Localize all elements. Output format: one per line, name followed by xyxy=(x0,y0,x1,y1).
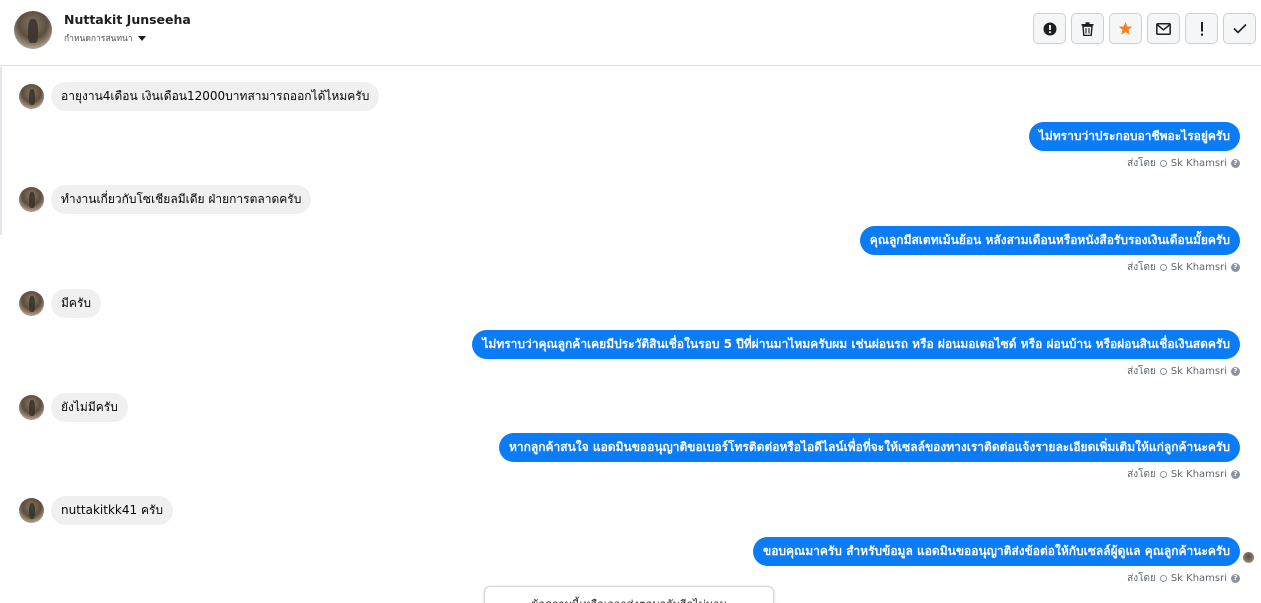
sender-name: Sk Khamsri xyxy=(1170,573,1227,584)
incoming-message[interactable]: nuttakitkk41 ครับ xyxy=(51,496,174,525)
message-row: ไม่ทราบว่าคุณลูกค้าเคยมีประวัติสินเชื่อใ… xyxy=(472,330,1240,379)
conversation-toolbar xyxy=(1033,13,1256,44)
outgoing-message[interactable]: ไม่ทราบว่าคุณลูกค้าเคยมีประวัติสินเชื่อใ… xyxy=(472,330,1240,359)
mark-important-button[interactable] xyxy=(1185,13,1218,44)
seen-indicator-avatar xyxy=(1243,552,1254,563)
message-row: คุณลูกมีสเตทเม้นย้อน หลังสามเดือนหรือหนั… xyxy=(859,226,1240,275)
sent-by-info: ส่งโดย Sk Khamsri ? xyxy=(1029,156,1240,171)
message-row: ขอบคุณมาครับ สำหรับข้อมูล แอดมินขออนุญาต… xyxy=(753,537,1240,586)
exclamation-icon xyxy=(1200,21,1203,36)
outgoing-message[interactable]: หากลูกค้าสนใจ แอดมินขออนุญาติขอเบอร์โทรต… xyxy=(498,433,1240,462)
contact-avatar[interactable] xyxy=(14,11,52,49)
incoming-message[interactable]: ยังไม่มีครับ xyxy=(51,393,128,422)
sent-by-label: ส่งโดย xyxy=(1127,469,1156,480)
check-icon xyxy=(1232,23,1247,34)
outgoing-message[interactable]: ขอบคุณมาครับ สำหรับข้อมูล แอดมินขออนุญาต… xyxy=(753,537,1240,566)
sender-avatar[interactable] xyxy=(19,395,44,420)
report-icon xyxy=(1043,22,1056,35)
message-row: มีครับ xyxy=(19,289,101,318)
help-icon[interactable]: ? xyxy=(1231,470,1240,479)
sent-by-label: ส่งโดย xyxy=(1127,366,1156,377)
contact-name[interactable]: Nuttakit Junseeha xyxy=(64,12,191,27)
sender-avatar[interactable] xyxy=(19,187,44,212)
reply-window-notice[interactable]: ข้อความนี้เหลือเวลาส่งตอบกลับอีกไม่นาน xyxy=(484,586,774,603)
message-row: ยังไม่มีครับ xyxy=(19,393,128,422)
sent-by-label: ส่งโดย xyxy=(1127,262,1156,273)
mail-icon xyxy=(1156,22,1171,35)
caret-down-icon xyxy=(137,35,146,41)
star-icon xyxy=(1118,21,1133,35)
conversation-header: Nuttakit Junseeha กำหนดการสนทนา xyxy=(0,0,1261,66)
status-ring-icon xyxy=(1159,471,1167,478)
status-ring-icon xyxy=(1159,368,1167,375)
sender-avatar[interactable] xyxy=(19,498,44,523)
incoming-message[interactable]: มีครับ xyxy=(51,289,101,318)
sent-by-info: ส่งโดย Sk Khamsri ? xyxy=(499,467,1240,482)
help-icon[interactable]: ? xyxy=(1231,367,1240,376)
mark-done-button[interactable] xyxy=(1223,13,1256,44)
message-row: ทำงานเกี่ยวกับโซเชียลมีเดีย ฝ่ายการตลาดค… xyxy=(19,185,312,214)
mail-button[interactable] xyxy=(1147,13,1180,44)
status-ring-icon xyxy=(1159,575,1167,582)
outgoing-message[interactable]: ไม่ทราบว่าประกอบอาชีพอะไรอยู่ครับ xyxy=(1028,122,1240,151)
conversation-settings-dropdown[interactable]: กำหนดการสนทนา xyxy=(64,31,146,45)
chat-window: Nuttakit Junseeha กำหนดการสนทนา อายุงาน4… xyxy=(0,0,1261,603)
help-icon[interactable]: ? xyxy=(1231,574,1240,583)
help-icon[interactable]: ? xyxy=(1231,159,1240,168)
sent-by-info: ส่งโดย Sk Khamsri ? xyxy=(472,364,1240,379)
conversation-settings-label: กำหนดการสนทนา xyxy=(64,34,133,44)
sender-name: Sk Khamsri xyxy=(1170,469,1227,480)
status-ring-icon xyxy=(1159,264,1167,271)
scroll-edge xyxy=(0,67,2,235)
sender-avatar[interactable] xyxy=(19,84,44,109)
status-ring-icon xyxy=(1159,160,1167,167)
star-button[interactable] xyxy=(1109,13,1142,44)
sender-name: Sk Khamsri xyxy=(1170,366,1227,377)
report-button[interactable] xyxy=(1033,13,1066,44)
incoming-message[interactable]: ทำงานเกี่ยวกับโซเชียลมีเดีย ฝ่ายการตลาดค… xyxy=(51,185,312,214)
message-row: อายุงาน4เดือน เงินเดือน12000บาทสามารถออก… xyxy=(19,82,380,111)
sender-name: Sk Khamsri xyxy=(1170,262,1227,273)
message-row: nuttakitkk41 ครับ xyxy=(19,496,174,525)
sender-avatar[interactable] xyxy=(19,291,44,316)
sender-name: Sk Khamsri xyxy=(1170,158,1227,169)
trash-icon xyxy=(1081,21,1094,36)
sent-by-info: ส่งโดย Sk Khamsri ? xyxy=(753,571,1240,586)
message-row: ไม่ทราบว่าประกอบอาชีพอะไรอยู่ครับ ส่งโดย… xyxy=(1028,122,1240,171)
message-row: หากลูกค้าสนใจ แอดมินขออนุญาติขอเบอร์โทรต… xyxy=(498,433,1240,482)
outgoing-message[interactable]: คุณลูกมีสเตทเม้นย้อน หลังสามเดือนหรือหนั… xyxy=(859,226,1240,255)
sent-by-label: ส่งโดย xyxy=(1127,158,1156,169)
delete-button[interactable] xyxy=(1071,13,1104,44)
sent-by-label: ส่งโดย xyxy=(1127,573,1156,584)
help-icon[interactable]: ? xyxy=(1231,263,1240,272)
incoming-message[interactable]: อายุงาน4เดือน เงินเดือน12000บาทสามารถออก… xyxy=(51,82,380,111)
sent-by-info: ส่งโดย Sk Khamsri ? xyxy=(860,260,1240,275)
